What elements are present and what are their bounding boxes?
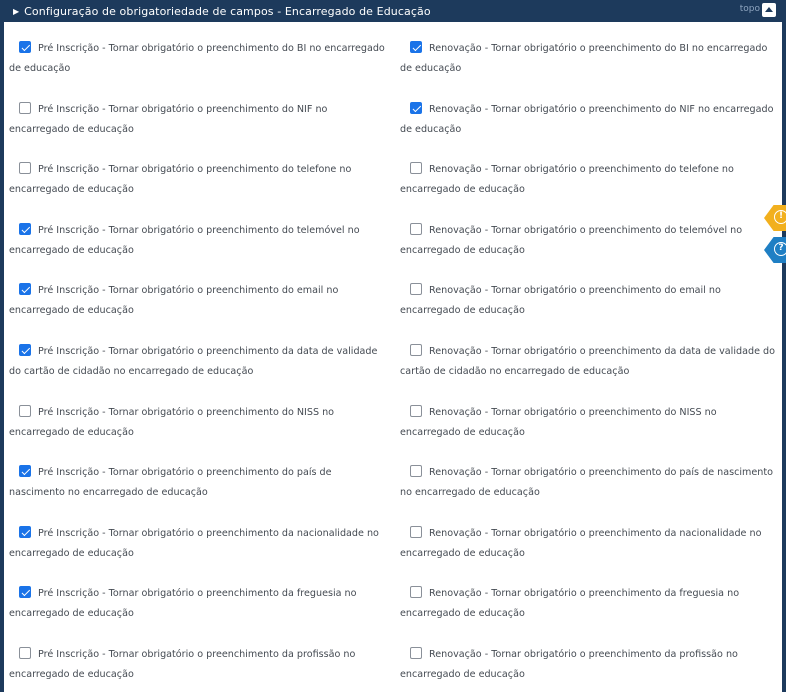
option-row: Pré Inscrição - Tornar obrigatório o pre… bbox=[0, 39, 786, 91]
option-label: Renovação - Tornar obrigatório o preench… bbox=[400, 225, 743, 256]
option-label: Pré Inscrição - Tornar obrigatório o pre… bbox=[9, 43, 385, 74]
option-label: Renovação - Tornar obrigatório o preench… bbox=[400, 649, 738, 680]
pre-inscricao-checkbox[interactable] bbox=[19, 41, 31, 53]
pre-inscricao-checkbox[interactable] bbox=[19, 223, 31, 235]
pre-inscricao-option[interactable]: Pré Inscrição - Tornar obrigatório o pre… bbox=[9, 463, 389, 503]
option-row: Pré Inscrição - Tornar obrigatório o pre… bbox=[0, 281, 786, 333]
topo-link[interactable]: topo bbox=[740, 4, 760, 14]
renovacao-option[interactable]: Renovação - Tornar obrigatório o preench… bbox=[400, 524, 778, 564]
pre-inscricao-option[interactable]: Pré Inscrição - Tornar obrigatório o pre… bbox=[9, 39, 389, 79]
pre-inscricao-checkbox[interactable] bbox=[19, 283, 31, 295]
pre-inscricao-checkbox[interactable] bbox=[19, 465, 31, 477]
option-label: Renovação - Tornar obrigatório o preench… bbox=[400, 285, 721, 316]
renovacao-option[interactable]: Renovação - Tornar obrigatório o preench… bbox=[400, 584, 778, 624]
pre-inscricao-option[interactable]: Pré Inscrição - Tornar obrigatório o pre… bbox=[9, 342, 389, 382]
pre-inscricao-checkbox[interactable] bbox=[19, 405, 31, 417]
renovacao-option[interactable]: Renovação - Tornar obrigatório o preench… bbox=[400, 39, 778, 79]
renovacao-checkbox[interactable] bbox=[410, 405, 422, 417]
renovacao-option[interactable]: Renovação - Tornar obrigatório o preench… bbox=[400, 645, 778, 685]
renovacao-option[interactable]: Renovação - Tornar obrigatório o preench… bbox=[400, 281, 778, 321]
renovacao-checkbox[interactable] bbox=[410, 41, 422, 53]
option-label: Renovação - Tornar obrigatório o preench… bbox=[400, 104, 774, 135]
renovacao-checkbox[interactable] bbox=[410, 223, 422, 235]
pre-inscricao-checkbox[interactable] bbox=[19, 102, 31, 114]
pre-inscricao-option[interactable]: Pré Inscrição - Tornar obrigatório o pre… bbox=[9, 281, 389, 321]
option-label: Pré Inscrição - Tornar obrigatório o pre… bbox=[9, 104, 328, 135]
renovacao-checkbox[interactable] bbox=[410, 162, 422, 174]
option-label: Pré Inscrição - Tornar obrigatório o pre… bbox=[9, 407, 335, 438]
option-label: Renovação - Tornar obrigatório o preench… bbox=[400, 164, 734, 195]
pre-inscricao-checkbox[interactable] bbox=[19, 586, 31, 598]
option-label: Renovação - Tornar obrigatório o preench… bbox=[400, 467, 774, 498]
option-row: Pré Inscrição - Tornar obrigatório o pre… bbox=[0, 342, 786, 394]
renovacao-checkbox[interactable] bbox=[410, 586, 422, 598]
option-label: Pré Inscrição - Tornar obrigatório o pre… bbox=[9, 346, 378, 377]
renovacao-option[interactable]: Renovação - Tornar obrigatório o preench… bbox=[400, 100, 778, 140]
pre-inscricao-checkbox[interactable] bbox=[19, 162, 31, 174]
renovacao-checkbox[interactable] bbox=[410, 344, 422, 356]
pre-inscricao-checkbox[interactable] bbox=[19, 647, 31, 659]
option-row: Pré Inscrição - Tornar obrigatório o pre… bbox=[0, 403, 786, 455]
option-label: Pré Inscrição - Tornar obrigatório o pre… bbox=[9, 285, 339, 316]
collapse-arrow-icon[interactable]: ▶ bbox=[13, 7, 19, 16]
renovacao-option[interactable]: Renovação - Tornar obrigatório o preench… bbox=[400, 221, 778, 261]
option-label: Pré Inscrição - Tornar obrigatório o pre… bbox=[9, 649, 356, 680]
help-icon: ? bbox=[774, 242, 786, 256]
option-row: Pré Inscrição - Tornar obrigatório o pre… bbox=[0, 584, 786, 636]
option-label: Pré Inscrição - Tornar obrigatório o pre… bbox=[9, 164, 352, 195]
option-label: Renovação - Tornar obrigatório o preench… bbox=[400, 588, 740, 619]
option-row: Pré Inscrição - Tornar obrigatório o pre… bbox=[0, 645, 786, 697]
option-label: Renovação - Tornar obrigatório o preench… bbox=[400, 407, 717, 438]
pre-inscricao-checkbox[interactable] bbox=[19, 344, 31, 356]
scroll-top-button[interactable] bbox=[762, 3, 776, 17]
pre-inscricao-option[interactable]: Pré Inscrição - Tornar obrigatório o pre… bbox=[9, 221, 389, 261]
renovacao-option[interactable]: Renovação - Tornar obrigatório o preench… bbox=[400, 160, 778, 200]
option-label: Renovação - Tornar obrigatório o preench… bbox=[400, 43, 768, 74]
pre-inscricao-option[interactable]: Pré Inscrição - Tornar obrigatório o pre… bbox=[9, 524, 389, 564]
option-row: Pré Inscrição - Tornar obrigatório o pre… bbox=[0, 100, 786, 152]
pre-inscricao-option[interactable]: Pré Inscrição - Tornar obrigatório o pre… bbox=[9, 403, 389, 443]
renovacao-checkbox[interactable] bbox=[410, 283, 422, 295]
option-label: Pré Inscrição - Tornar obrigatório o pre… bbox=[9, 588, 357, 619]
renovacao-checkbox[interactable] bbox=[410, 526, 422, 538]
option-label: Renovação - Tornar obrigatório o preench… bbox=[400, 346, 775, 377]
renovacao-checkbox[interactable] bbox=[410, 102, 422, 114]
pre-inscricao-checkbox[interactable] bbox=[19, 526, 31, 538]
renovacao-checkbox[interactable] bbox=[410, 465, 422, 477]
pre-inscricao-option[interactable]: Pré Inscrição - Tornar obrigatório o pre… bbox=[9, 100, 389, 140]
pre-inscricao-option[interactable]: Pré Inscrição - Tornar obrigatório o pre… bbox=[9, 645, 389, 685]
renovacao-option[interactable]: Renovação - Tornar obrigatório o preench… bbox=[400, 342, 778, 382]
pre-inscricao-option[interactable]: Pré Inscrição - Tornar obrigatório o pre… bbox=[9, 584, 389, 624]
section-header[interactable]: ▶ Configuração de obrigatoriedade de cam… bbox=[4, 0, 782, 22]
warning-icon: ! bbox=[774, 210, 786, 224]
option-row: Pré Inscrição - Tornar obrigatório o pre… bbox=[0, 160, 786, 212]
caret-up-icon bbox=[765, 6, 773, 12]
option-label: Pré Inscrição - Tornar obrigatório o pre… bbox=[9, 467, 332, 498]
option-row: Pré Inscrição - Tornar obrigatório o pre… bbox=[0, 524, 786, 576]
section-title: Configuração de obrigatoriedade de campo… bbox=[24, 4, 431, 18]
option-row: Pré Inscrição - Tornar obrigatório o pre… bbox=[0, 463, 786, 515]
option-label: Pré Inscrição - Tornar obrigatório o pre… bbox=[9, 528, 379, 559]
option-label: Pré Inscrição - Tornar obrigatório o pre… bbox=[9, 225, 360, 256]
renovacao-checkbox[interactable] bbox=[410, 647, 422, 659]
pre-inscricao-option[interactable]: Pré Inscrição - Tornar obrigatório o pre… bbox=[9, 160, 389, 200]
option-label: Renovação - Tornar obrigatório o preench… bbox=[400, 528, 762, 559]
renovacao-option[interactable]: Renovação - Tornar obrigatório o preench… bbox=[400, 403, 778, 443]
option-row: Pré Inscrição - Tornar obrigatório o pre… bbox=[0, 221, 786, 273]
renovacao-option[interactable]: Renovação - Tornar obrigatório o preench… bbox=[400, 463, 778, 503]
